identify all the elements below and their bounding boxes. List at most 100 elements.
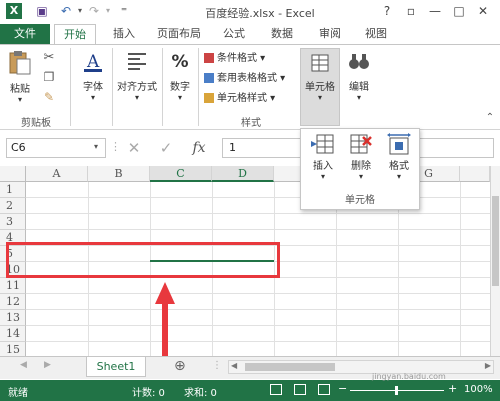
row-header[interactable]: 2 xyxy=(0,198,26,214)
page-break-view-icon[interactable] xyxy=(318,384,330,395)
row-header[interactable]: 3 xyxy=(0,214,26,230)
conditional-formatting-button[interactable]: 条件格式 ▾ xyxy=(204,50,298,68)
horizontal-scrollbar[interactable]: ◀ ▶ xyxy=(228,360,494,374)
conditional-formatting-label: 条件格式 ▾ xyxy=(217,53,266,64)
horizontal-scrollbar-thumb[interactable] xyxy=(245,363,335,371)
paste-dropdown-icon: ▾ xyxy=(17,95,22,104)
cells-icon xyxy=(311,54,329,72)
tab-review[interactable]: 审阅 xyxy=(310,24,350,44)
new-sheet-icon[interactable]: ⊕ xyxy=(174,358,186,374)
row-header[interactable]: 1 xyxy=(0,182,26,198)
scroll-right-icon[interactable]: ▶ xyxy=(485,361,491,370)
window-title: 百度经验.xlsx - Excel xyxy=(205,7,315,20)
tab-view[interactable]: 视图 xyxy=(356,24,396,44)
column-header-a[interactable]: A xyxy=(26,166,88,182)
font-button[interactable]: A 字体 ▾ xyxy=(76,50,110,102)
annotation-highlight-box xyxy=(6,242,280,278)
number-button[interactable]: % 数字 ▾ xyxy=(164,50,196,102)
tab-home[interactable]: 开始 xyxy=(54,24,96,44)
editing-label: 编辑 xyxy=(349,82,369,93)
delete-cells-icon xyxy=(350,134,372,154)
maximize-button[interactable]: □ xyxy=(450,2,468,20)
editing-button[interactable]: 编辑 ▾ xyxy=(342,50,376,102)
align-icon xyxy=(128,53,146,70)
font-label: 字体 xyxy=(83,82,103,93)
tab-formulas[interactable]: 公式 xyxy=(214,24,254,44)
clipboard-group-label: 剪贴板 xyxy=(21,118,51,129)
zoom-slider[interactable] xyxy=(350,386,444,395)
page-layout-view-icon[interactable] xyxy=(294,384,306,395)
tab-data[interactable]: 数据 xyxy=(262,24,302,44)
column-header-d[interactable]: D xyxy=(212,166,274,182)
format-cells-button[interactable]: 格式 ▾ xyxy=(381,133,417,183)
ribbon-display-button[interactable]: ▫ xyxy=(402,2,420,20)
ribbon-separator xyxy=(70,48,71,126)
format-painter-icon[interactable]: ✎ xyxy=(40,90,58,106)
insert-cells-button[interactable]: 插入 ▾ xyxy=(305,133,341,183)
zoom-in-icon[interactable]: + xyxy=(448,382,457,395)
paste-button[interactable]: 粘贴 ▾ xyxy=(6,50,34,104)
status-mode: 就绪 xyxy=(8,388,28,399)
collapse-ribbon-icon[interactable]: ⌃ xyxy=(484,112,496,124)
percent-icon: % xyxy=(171,52,189,72)
close-button[interactable]: ✕ xyxy=(474,2,492,20)
select-all-corner[interactable] xyxy=(0,166,26,182)
scroll-sheets-right-icon[interactable]: ▶ xyxy=(44,360,51,370)
tab-insert[interactable]: 插入 xyxy=(106,24,142,44)
tab-file[interactable]: 文件 xyxy=(0,24,50,44)
gridline xyxy=(26,309,500,310)
scroll-left-icon[interactable]: ◀ xyxy=(231,361,237,370)
delete-cells-label: 删除 xyxy=(351,161,371,172)
gridline xyxy=(460,182,461,356)
row-header[interactable]: 15 xyxy=(0,342,26,356)
formula-bar-grip-icon[interactable]: ⋮ xyxy=(110,140,121,153)
number-dropdown-icon: ▾ xyxy=(177,93,182,102)
zoom-slider-thumb[interactable] xyxy=(395,386,398,395)
cancel-formula-icon[interactable]: ✕ xyxy=(124,138,144,158)
help-button[interactable]: ? xyxy=(378,2,396,20)
delete-cells-button[interactable]: 删除 ▾ xyxy=(343,133,379,183)
format-as-table-button[interactable]: 套用表格格式 ▾ xyxy=(204,70,298,88)
vertical-scrollbar[interactable] xyxy=(490,166,500,356)
status-sum: 求和: 0 xyxy=(184,388,217,399)
name-box[interactable]: C6 xyxy=(6,138,106,158)
paste-icon xyxy=(9,51,31,75)
customize-quick-access-icon[interactable]: ⁼ xyxy=(116,3,132,19)
cut-icon[interactable]: ✂ xyxy=(40,50,58,66)
normal-view-icon[interactable] xyxy=(270,384,282,395)
save-icon[interactable]: ▣ xyxy=(34,3,50,19)
redo-dropdown-icon[interactable]: ▾ xyxy=(100,3,116,19)
vertical-scrollbar-thumb[interactable] xyxy=(492,196,499,286)
cells-label: 单元格 xyxy=(305,82,335,93)
zoom-level[interactable]: 100% xyxy=(464,384,493,395)
cells-dropdown-panel: 插入 ▾ 删除 ▾ 格式 ▾ 单元格 xyxy=(300,128,420,210)
cell-styles-label: 单元格样式 ▾ xyxy=(217,93,276,104)
enter-formula-icon[interactable]: ✓ xyxy=(156,138,176,158)
sheet-tab-splitter-icon[interactable]: ⋮ xyxy=(212,360,222,371)
column-header-b[interactable]: B xyxy=(88,166,150,182)
zoom-out-icon[interactable]: − xyxy=(338,382,347,395)
row-header[interactable]: 13 xyxy=(0,310,26,326)
scroll-sheets-left-icon[interactable]: ◀ xyxy=(20,360,27,370)
styles-group-label: 样式 xyxy=(241,118,261,129)
gridline xyxy=(26,197,500,198)
ribbon-separator xyxy=(162,48,163,126)
row-header[interactable]: 11 xyxy=(0,278,26,294)
column-header-c[interactable]: C xyxy=(150,166,212,182)
insert-cells-icon xyxy=(311,134,334,154)
minimize-button[interactable]: — xyxy=(426,2,444,20)
format-cells-icon xyxy=(387,133,411,155)
gridline xyxy=(26,341,500,342)
name-box-dropdown-icon[interactable]: ▾ xyxy=(94,142,98,151)
cells-button[interactable]: 单元格 ▾ xyxy=(300,48,340,126)
tab-page-layout[interactable]: 页面布局 xyxy=(150,24,208,44)
cell-styles-icon xyxy=(204,93,214,103)
alignment-button[interactable]: 对齐方式 ▾ xyxy=(114,50,160,102)
insert-cells-label: 插入 xyxy=(313,161,333,172)
cell-styles-button[interactable]: 单元格样式 ▾ xyxy=(204,90,298,108)
copy-icon[interactable]: ❐ xyxy=(40,70,58,86)
row-header[interactable]: 12 xyxy=(0,294,26,310)
row-header[interactable]: 14 xyxy=(0,326,26,342)
insert-function-icon[interactable]: fx xyxy=(188,138,210,158)
sheet-tab-sheet1[interactable]: Sheet1 xyxy=(86,357,146,377)
